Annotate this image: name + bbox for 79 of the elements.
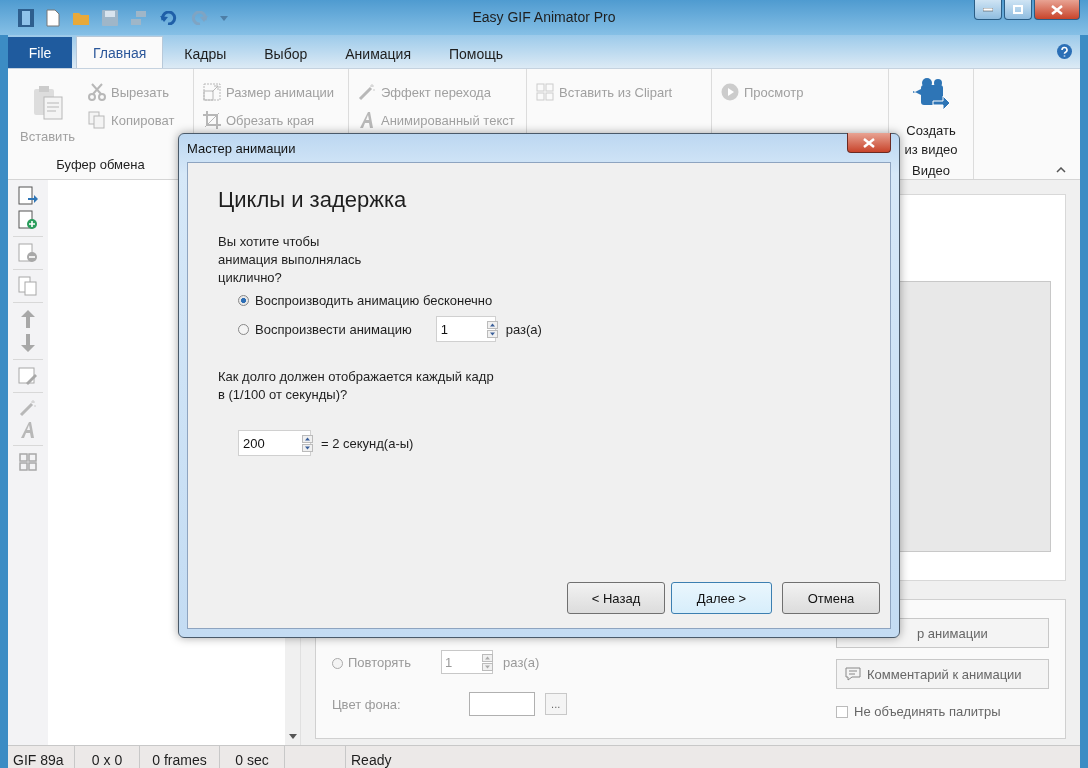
- status-text: Ready: [345, 746, 397, 768]
- status-text: 0 frames: [140, 746, 220, 768]
- film-copy-icon[interactable]: [18, 276, 38, 296]
- crop-icon: [203, 111, 221, 129]
- unit-label: раз(а): [505, 321, 542, 337]
- ribbon-button[interactable]: Создать из видео: [895, 73, 967, 163]
- magic-wand-icon[interactable]: [18, 399, 38, 417]
- status-text: 0 x 0: [75, 746, 140, 768]
- radio-option[interactable]: Воспроизвести анимацию: [238, 321, 412, 337]
- ribbon-tab[interactable]: Выбор: [247, 39, 325, 68]
- number-spinner[interactable]: 200: [238, 430, 311, 456]
- spin-down-icon[interactable]: [486, 329, 498, 338]
- dialog-button[interactable]: < Назад: [567, 582, 665, 614]
- spin-up-icon[interactable]: [486, 320, 498, 329]
- resize-icon: [203, 83, 221, 101]
- caret-icon[interactable]: [220, 14, 228, 21]
- result-text: = 2 секунд(а-ы): [321, 435, 414, 451]
- window-title: Easy GIF Animator Pro: [471, 9, 617, 25]
- ribbon-tab[interactable]: Кадры: [167, 39, 244, 68]
- status-text: 0 sec: [220, 746, 285, 768]
- radio-option[interactable]: Воспроизводить анимацию бесконечно: [238, 293, 493, 308]
- close-icon: [1051, 4, 1063, 15]
- ribbon-tab[interactable]: Помощь: [432, 39, 521, 68]
- checkbox-label[interactable]: Не объединять палитры: [854, 704, 1001, 719]
- ribbon-tab[interactable]: Анимация: [328, 39, 428, 68]
- undo-icon[interactable]: [160, 10, 178, 25]
- grid-icon: [536, 83, 554, 101]
- dialog-button[interactable]: Отмена: [782, 582, 880, 614]
- maximize-icon: [1013, 5, 1023, 14]
- group-label: Буфер обмена: [55, 157, 146, 174]
- panel-button[interactable]: Комментарий к анимации: [836, 659, 1049, 689]
- dialog-title: Мастер анимации: [187, 140, 296, 156]
- checkbox[interactable]: [836, 705, 848, 718]
- color-field[interactable]: [468, 692, 535, 716]
- film-remove-icon[interactable]: [18, 243, 38, 263]
- question-text: Вы хотите чтобы анимация выполнялась циклично?: [218, 233, 363, 287]
- scissors-icon: [88, 83, 107, 101]
- letter-a-icon: [358, 111, 376, 129]
- number-field[interactable]: 200: [239, 431, 302, 455]
- radio-button[interactable]: [238, 323, 249, 335]
- close-icon: [863, 137, 875, 148]
- arrow-up-icon[interactable]: [19, 309, 37, 329]
- close-button[interactable]: [1034, 0, 1080, 20]
- dialog-button[interactable]: Далее >: [671, 582, 772, 614]
- clipboard-icon: [31, 84, 64, 121]
- field-label: Цвет фона:: [332, 696, 401, 712]
- file-tab[interactable]: File: [8, 37, 72, 68]
- unit-label: раз(а): [503, 654, 540, 670]
- film-icon[interactable]: [18, 8, 34, 27]
- scroll-down-icon[interactable]: [288, 734, 297, 739]
- grid-icon[interactable]: [18, 452, 38, 472]
- status-text: GIF 89a: [8, 746, 75, 768]
- minimize-button[interactable]: [974, 0, 1002, 20]
- group-label: Видео: [911, 163, 951, 179]
- collapse-icon[interactable]: [1056, 167, 1066, 173]
- help-icon[interactable]: [1057, 44, 1072, 59]
- close-button[interactable]: [847, 133, 891, 153]
- arrow-down-icon[interactable]: [19, 333, 37, 353]
- question-text: Как долго должен отображается каждый кадр в (1/100 от секунды)?: [218, 368, 495, 404]
- number-field[interactable]: 1: [436, 317, 487, 341]
- radio-button[interactable]: [238, 295, 249, 306]
- letter-a-icon[interactable]: [19, 421, 37, 439]
- film-export-icon[interactable]: [18, 186, 38, 206]
- magic-wand-icon: [358, 83, 376, 101]
- browse-button[interactable]: ...: [544, 693, 567, 715]
- maximize-button[interactable]: [1004, 0, 1032, 20]
- image-edit-icon[interactable]: [18, 366, 38, 386]
- ribbon-tab[interactable]: Главная: [76, 36, 164, 68]
- spin-up-icon[interactable]: [302, 434, 313, 443]
- spin-down-icon[interactable]: [302, 443, 313, 452]
- film-add-icon[interactable]: [18, 210, 38, 230]
- number-spinner[interactable]: 1: [435, 316, 496, 342]
- play-icon: [721, 83, 739, 101]
- copy-icon: [88, 111, 107, 129]
- new-file-icon[interactable]: [46, 8, 60, 27]
- dialog-heading: Циклы и задержка: [218, 187, 408, 213]
- minimize-icon: [983, 7, 993, 12]
- comment-icon: [845, 667, 861, 681]
- save-icon[interactable]: [102, 9, 118, 26]
